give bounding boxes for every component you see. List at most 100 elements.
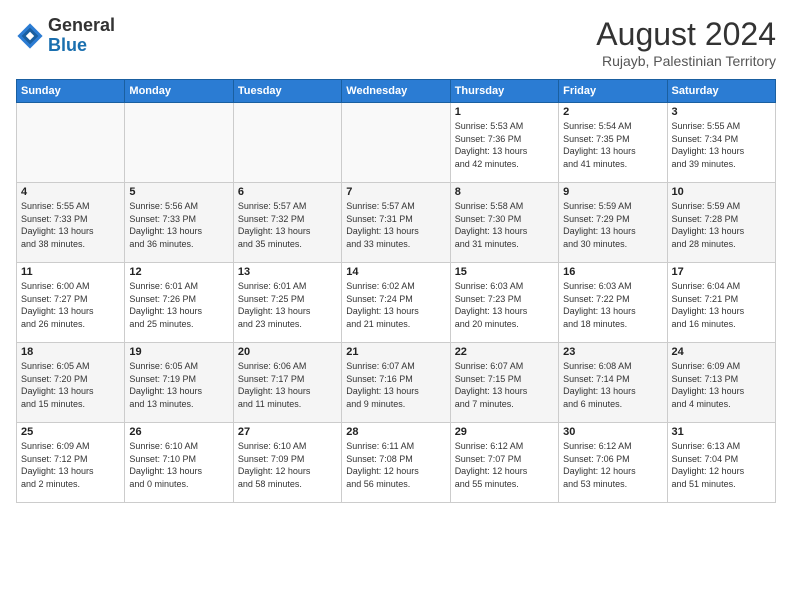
day-info: Sunrise: 6:12 AM Sunset: 7:07 PM Dayligh… bbox=[455, 440, 554, 490]
day-info: Sunrise: 6:05 AM Sunset: 7:20 PM Dayligh… bbox=[21, 360, 120, 410]
day-number: 15 bbox=[455, 266, 554, 278]
table-row: 8Sunrise: 5:58 AM Sunset: 7:30 PM Daylig… bbox=[450, 183, 558, 263]
table-row: 1 Sunrise: 5:53 AM Sunset: 7:36 PM Daylig… bbox=[450, 103, 558, 183]
day-number: 10 bbox=[672, 186, 771, 198]
day-info: Sunrise: 6:02 AM Sunset: 7:24 PM Dayligh… bbox=[346, 280, 445, 330]
col-saturday: Saturday bbox=[667, 80, 775, 103]
day-info: Sunrise: 5:55 AM Sunset: 7:34 PM Dayligh… bbox=[672, 120, 771, 170]
day-number: 26 bbox=[129, 426, 228, 438]
table-row: 5 Sunrise: 5:56 AM Sunset: 7:33 PM Daylig… bbox=[125, 183, 233, 263]
logo-icon bbox=[16, 22, 44, 50]
calendar-header-row: Sunday Monday Tuesday Wednesday Thursday… bbox=[17, 80, 776, 103]
col-tuesday: Tuesday bbox=[233, 80, 341, 103]
day-number: 12 bbox=[129, 266, 228, 278]
table-row: 17Sunrise: 6:04 AM Sunset: 7:21 PM Dayli… bbox=[667, 263, 775, 343]
day-number: 16 bbox=[563, 266, 662, 278]
day-info: Sunrise: 6:06 AM Sunset: 7:17 PM Dayligh… bbox=[238, 360, 337, 410]
table-row: 23Sunrise: 6:08 AM Sunset: 7:14 PM Dayli… bbox=[559, 343, 667, 423]
day-number: 20 bbox=[238, 346, 337, 358]
day-number: 18 bbox=[21, 346, 120, 358]
day-number: 5 bbox=[129, 186, 228, 198]
table-row bbox=[233, 103, 341, 183]
table-row: 10Sunrise: 5:59 AM Sunset: 7:28 PM Dayli… bbox=[667, 183, 775, 263]
table-row: 16Sunrise: 6:03 AM Sunset: 7:22 PM Dayli… bbox=[559, 263, 667, 343]
day-info: Sunrise: 5:53 AM Sunset: 7:36 PM Dayligh… bbox=[455, 120, 554, 170]
day-number: 25 bbox=[21, 426, 120, 438]
day-info: Sunrise: 5:57 AM Sunset: 7:31 PM Dayligh… bbox=[346, 200, 445, 250]
col-monday: Monday bbox=[125, 80, 233, 103]
col-wednesday: Wednesday bbox=[342, 80, 450, 103]
day-number: 1 bbox=[455, 106, 554, 118]
logo-blue: Blue bbox=[48, 36, 115, 56]
day-number: 11 bbox=[21, 266, 120, 278]
table-row: 24Sunrise: 6:09 AM Sunset: 7:13 PM Dayli… bbox=[667, 343, 775, 423]
day-info: Sunrise: 6:11 AM Sunset: 7:08 PM Dayligh… bbox=[346, 440, 445, 490]
day-number: 19 bbox=[129, 346, 228, 358]
table-row: 31 Sunrise: 6:13 AM Sunset: 7:04 PM Dayli… bbox=[667, 423, 775, 503]
day-number: 28 bbox=[346, 426, 445, 438]
table-row: 18 Sunrise: 6:05 AM Sunset: 7:20 PM Dayli… bbox=[17, 343, 125, 423]
day-info: Sunrise: 5:59 AM Sunset: 7:29 PM Dayligh… bbox=[563, 200, 662, 250]
col-sunday: Sunday bbox=[17, 80, 125, 103]
day-info: Sunrise: 5:56 AM Sunset: 7:33 PM Dayligh… bbox=[129, 200, 228, 250]
day-number: 13 bbox=[238, 266, 337, 278]
table-row bbox=[125, 103, 233, 183]
day-number: 31 bbox=[672, 426, 771, 438]
day-info: Sunrise: 6:13 AM Sunset: 7:04 PM Dayligh… bbox=[672, 440, 771, 490]
location: Rujayb, Palestinian Territory bbox=[596, 53, 776, 69]
day-number: 3 bbox=[672, 106, 771, 118]
table-row: 4 Sunrise: 5:55 AM Sunset: 7:33 PM Daylig… bbox=[17, 183, 125, 263]
table-row: 30Sunrise: 6:12 AM Sunset: 7:06 PM Dayli… bbox=[559, 423, 667, 503]
table-row bbox=[17, 103, 125, 183]
table-row: 26 Sunrise: 6:10 AM Sunset: 7:10 PM Dayli… bbox=[125, 423, 233, 503]
page-header: General Blue August 2024 Rujayb, Palesti… bbox=[16, 16, 776, 69]
table-row: 29 Sunrise: 6:12 AM Sunset: 7:07 PM Dayli… bbox=[450, 423, 558, 503]
day-number: 24 bbox=[672, 346, 771, 358]
day-number: 4 bbox=[21, 186, 120, 198]
table-row: 27 Sunrise: 6:10 AM Sunset: 7:09 PM Dayli… bbox=[233, 423, 341, 503]
day-info: Sunrise: 6:05 AM Sunset: 7:19 PM Dayligh… bbox=[129, 360, 228, 410]
day-number: 29 bbox=[455, 426, 554, 438]
table-row: 21Sunrise: 6:07 AM Sunset: 7:16 PM Dayli… bbox=[342, 343, 450, 423]
table-row: 2 Sunrise: 5:54 AM Sunset: 7:35 PM Daylig… bbox=[559, 103, 667, 183]
logo: General Blue bbox=[16, 16, 115, 56]
day-info: Sunrise: 6:12 AM Sunset: 7:06 PM Dayligh… bbox=[563, 440, 662, 490]
day-number: 6 bbox=[238, 186, 337, 198]
month-year: August 2024 bbox=[596, 16, 776, 53]
calendar-week-row: 11 Sunrise: 6:00 AM Sunset: 7:27 PM Dayli… bbox=[17, 263, 776, 343]
table-row: 22Sunrise: 6:07 AM Sunset: 7:15 PM Dayli… bbox=[450, 343, 558, 423]
day-number: 2 bbox=[563, 106, 662, 118]
col-thursday: Thursday bbox=[450, 80, 558, 103]
table-row: 14 Sunrise: 6:02 AM Sunset: 7:24 PM Dayli… bbox=[342, 263, 450, 343]
day-number: 14 bbox=[346, 266, 445, 278]
logo-text: General Blue bbox=[48, 16, 115, 56]
table-row: 15Sunrise: 6:03 AM Sunset: 7:23 PM Dayli… bbox=[450, 263, 558, 343]
day-info: Sunrise: 6:08 AM Sunset: 7:14 PM Dayligh… bbox=[563, 360, 662, 410]
day-info: Sunrise: 5:57 AM Sunset: 7:32 PM Dayligh… bbox=[238, 200, 337, 250]
table-row: 28 Sunrise: 6:11 AM Sunset: 7:08 PM Dayli… bbox=[342, 423, 450, 503]
day-number: 17 bbox=[672, 266, 771, 278]
day-number: 9 bbox=[563, 186, 662, 198]
day-info: Sunrise: 6:01 AM Sunset: 7:25 PM Dayligh… bbox=[238, 280, 337, 330]
table-row: 11 Sunrise: 6:00 AM Sunset: 7:27 PM Dayli… bbox=[17, 263, 125, 343]
calendar-week-row: 1 Sunrise: 5:53 AM Sunset: 7:36 PM Daylig… bbox=[17, 103, 776, 183]
day-info: Sunrise: 6:10 AM Sunset: 7:09 PM Dayligh… bbox=[238, 440, 337, 490]
day-info: Sunrise: 5:58 AM Sunset: 7:30 PM Dayligh… bbox=[455, 200, 554, 250]
table-row bbox=[342, 103, 450, 183]
title-block: August 2024 Rujayb, Palestinian Territor… bbox=[596, 16, 776, 69]
day-info: Sunrise: 5:54 AM Sunset: 7:35 PM Dayligh… bbox=[563, 120, 662, 170]
calendar-week-row: 25 Sunrise: 6:09 AM Sunset: 7:12 PM Dayli… bbox=[17, 423, 776, 503]
table-row: 25 Sunrise: 6:09 AM Sunset: 7:12 PM Dayli… bbox=[17, 423, 125, 503]
day-info: Sunrise: 5:55 AM Sunset: 7:33 PM Dayligh… bbox=[21, 200, 120, 250]
day-number: 7 bbox=[346, 186, 445, 198]
table-row: 20 Sunrise: 6:06 AM Sunset: 7:17 PM Dayli… bbox=[233, 343, 341, 423]
calendar-week-row: 4 Sunrise: 5:55 AM Sunset: 7:33 PM Daylig… bbox=[17, 183, 776, 263]
table-row: 9 Sunrise: 5:59 AM Sunset: 7:29 PM Daylig… bbox=[559, 183, 667, 263]
day-info: Sunrise: 6:01 AM Sunset: 7:26 PM Dayligh… bbox=[129, 280, 228, 330]
day-info: Sunrise: 6:00 AM Sunset: 7:27 PM Dayligh… bbox=[21, 280, 120, 330]
day-number: 27 bbox=[238, 426, 337, 438]
col-friday: Friday bbox=[559, 80, 667, 103]
table-row: 3 Sunrise: 5:55 AM Sunset: 7:34 PM Daylig… bbox=[667, 103, 775, 183]
day-info: Sunrise: 6:09 AM Sunset: 7:12 PM Dayligh… bbox=[21, 440, 120, 490]
day-info: Sunrise: 6:10 AM Sunset: 7:10 PM Dayligh… bbox=[129, 440, 228, 490]
